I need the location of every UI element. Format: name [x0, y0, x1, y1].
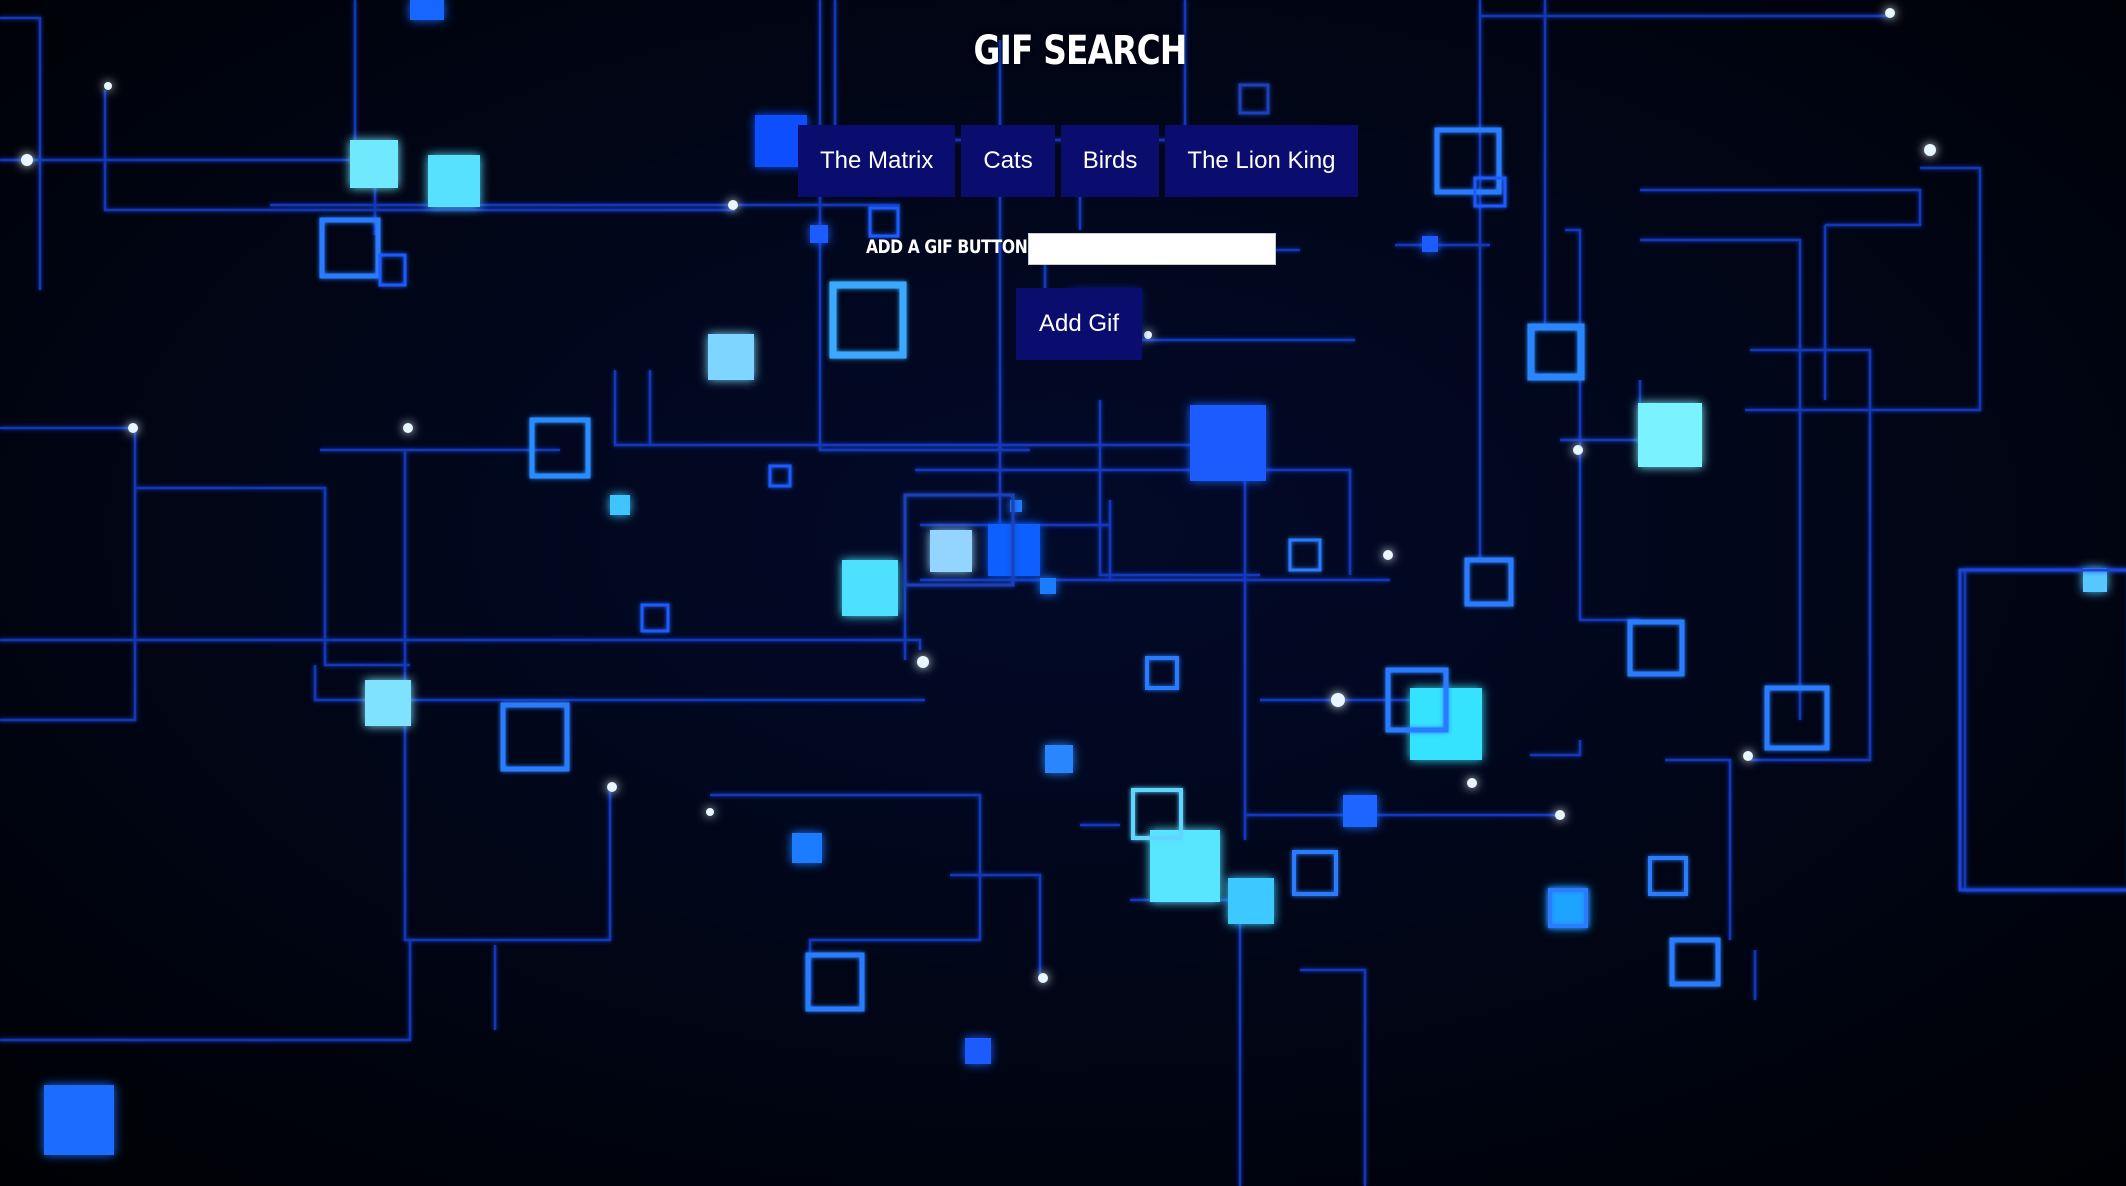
page-title: GIF SEARCH: [973, 28, 1188, 74]
page: GIF SEARCH The Matrix Cats Birds The Lio…: [0, 0, 2126, 1186]
topic-button-the-matrix[interactable]: The Matrix: [798, 125, 956, 197]
topic-button-birds[interactable]: Birds: [1060, 125, 1160, 197]
add-gif-input[interactable]: [1028, 233, 1276, 265]
topic-buttons: The Matrix Cats Birds The Lion King: [798, 125, 1358, 197]
topic-button-the-lion-king[interactable]: The Lion King: [1165, 125, 1358, 197]
add-gif-label: ADD A GIF BUTTON: [866, 236, 1028, 258]
topic-button-cats[interactable]: Cats: [961, 125, 1055, 197]
add-gif-button[interactable]: Add Gif: [1016, 288, 1142, 360]
